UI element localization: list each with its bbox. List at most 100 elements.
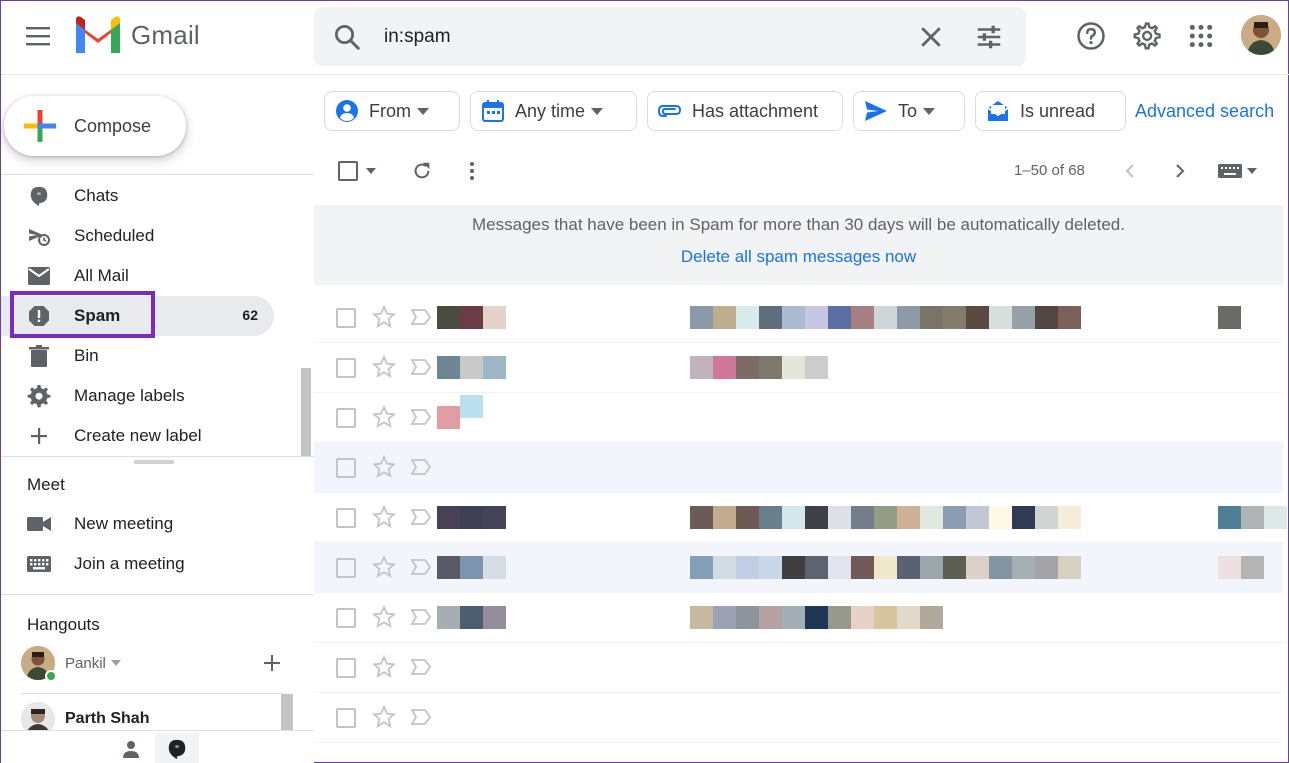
important-marker-icon[interactable] bbox=[410, 458, 432, 476]
important-marker-icon[interactable] bbox=[410, 608, 432, 626]
sidebar-divider bbox=[1, 174, 314, 175]
row-checkbox[interactable] bbox=[336, 608, 356, 628]
sidebar-item-all-mail[interactable]: All Mail bbox=[1, 256, 274, 296]
sidebar-item-chats[interactable]: " Chats bbox=[1, 176, 274, 216]
table-row[interactable] bbox=[314, 443, 1283, 493]
pixelated-block bbox=[437, 606, 460, 629]
chevron-right-icon bbox=[1176, 164, 1185, 178]
star-icon[interactable] bbox=[372, 355, 396, 379]
table-row[interactable] bbox=[314, 493, 1287, 543]
input-tools-button[interactable] bbox=[1212, 153, 1262, 189]
important-marker-icon[interactable] bbox=[410, 408, 432, 426]
search-icon[interactable] bbox=[332, 22, 362, 52]
row-checkbox[interactable] bbox=[336, 658, 356, 678]
pixelated-block bbox=[805, 356, 828, 379]
sidebar-item-manage-labels[interactable]: Manage labels bbox=[1, 376, 274, 416]
previous-page-button[interactable] bbox=[1112, 153, 1148, 189]
row-checkbox[interactable] bbox=[336, 308, 356, 328]
important-marker-icon[interactable] bbox=[410, 358, 432, 376]
table-row[interactable] bbox=[314, 593, 1283, 643]
meet-new-meeting[interactable]: New meeting bbox=[1, 504, 274, 544]
pixelated-block bbox=[759, 506, 782, 529]
table-row[interactable] bbox=[314, 343, 1283, 393]
compose-label: Compose bbox=[74, 115, 152, 136]
mail-icon bbox=[27, 264, 51, 288]
sidebar-item-spam[interactable]: Spam 62 bbox=[1, 296, 274, 336]
tune-icon[interactable] bbox=[974, 22, 1004, 52]
hangouts-tab-button[interactable]: " bbox=[155, 733, 199, 763]
star-icon[interactable] bbox=[372, 505, 396, 529]
settings-button[interactable] bbox=[1126, 16, 1166, 56]
star-icon[interactable] bbox=[372, 555, 396, 579]
important-marker-icon[interactable] bbox=[410, 658, 432, 676]
hangouts-user-status[interactable]: Pankil bbox=[21, 646, 121, 682]
close-icon[interactable] bbox=[916, 22, 946, 52]
obscured-message-content bbox=[437, 293, 1283, 343]
next-page-button[interactable] bbox=[1162, 153, 1198, 189]
row-checkbox[interactable] bbox=[336, 458, 356, 478]
obscured-message-content bbox=[437, 543, 1283, 593]
pixelated-block bbox=[828, 556, 851, 579]
main-menu-button[interactable] bbox=[17, 14, 61, 58]
row-checkbox[interactable] bbox=[336, 358, 356, 378]
filter-chip-is-unread[interactable]: Is unread bbox=[975, 91, 1126, 131]
more-vert-icon bbox=[470, 162, 474, 180]
resize-handle[interactable] bbox=[134, 460, 174, 464]
star-icon[interactable] bbox=[372, 455, 396, 479]
svg-text:": " bbox=[37, 190, 41, 200]
account-avatar[interactable] bbox=[1241, 15, 1281, 55]
apps-button[interactable] bbox=[1181, 16, 1221, 56]
table-row[interactable] bbox=[314, 543, 1283, 593]
table-row[interactable] bbox=[314, 643, 1283, 693]
sidebar-item-create-label[interactable]: Create new label bbox=[1, 416, 274, 456]
filter-chip-from[interactable]: From bbox=[324, 91, 460, 131]
delete-all-spam-link[interactable]: Delete all spam messages now bbox=[314, 247, 1283, 267]
pixelated-block bbox=[851, 606, 874, 629]
advanced-search-link[interactable]: Advanced search bbox=[1135, 101, 1274, 122]
pixelated-block bbox=[736, 356, 759, 379]
star-icon[interactable] bbox=[372, 405, 396, 429]
avatar bbox=[21, 646, 57, 682]
filter-chip-has-attachment[interactable]: Has attachment bbox=[647, 91, 843, 131]
refresh-button[interactable] bbox=[404, 153, 440, 189]
table-row[interactable] bbox=[314, 293, 1283, 343]
important-marker-icon[interactable] bbox=[410, 508, 432, 526]
row-checkbox[interactable] bbox=[336, 508, 356, 528]
chip-label: From bbox=[369, 100, 411, 121]
row-checkbox[interactable] bbox=[336, 558, 356, 578]
table-row[interactable] bbox=[314, 693, 1283, 743]
filter-chip-to[interactable]: To bbox=[853, 91, 965, 131]
pixelated-block bbox=[966, 306, 989, 329]
hangouts-scrollbar[interactable] bbox=[281, 694, 293, 730]
star-icon[interactable] bbox=[372, 705, 396, 729]
new-conversation-button[interactable] bbox=[263, 654, 281, 672]
row-checkbox[interactable] bbox=[336, 408, 356, 428]
important-marker-icon[interactable] bbox=[410, 308, 432, 326]
meet-join-meeting[interactable]: Join a meeting bbox=[1, 544, 274, 584]
pixelated-block bbox=[851, 506, 874, 529]
star-icon[interactable] bbox=[372, 655, 396, 679]
star-icon[interactable] bbox=[372, 605, 396, 629]
table-row[interactable] bbox=[314, 393, 1283, 443]
sidebar-item-scheduled[interactable]: Scheduled bbox=[1, 216, 274, 256]
contacts-tab-button[interactable] bbox=[109, 733, 153, 763]
chevron-down-icon bbox=[417, 107, 429, 115]
sidebar-item-bin[interactable]: Bin bbox=[1, 336, 274, 376]
sidebar-scrollbar[interactable] bbox=[301, 368, 311, 456]
gmail-logo[interactable]: Gmail bbox=[73, 15, 200, 55]
pixelated-block bbox=[805, 556, 828, 579]
compose-button[interactable]: Compose bbox=[4, 96, 186, 156]
row-checkbox[interactable] bbox=[336, 708, 356, 728]
star-icon[interactable] bbox=[372, 305, 396, 329]
help-button[interactable] bbox=[1071, 16, 1111, 56]
obscured-message-content bbox=[437, 593, 1283, 643]
select-all-checkbox[interactable] bbox=[334, 153, 380, 189]
chip-label: Is unread bbox=[1020, 100, 1096, 121]
important-marker-icon[interactable] bbox=[410, 558, 432, 576]
important-marker-icon[interactable] bbox=[410, 708, 432, 726]
more-options-button[interactable] bbox=[454, 153, 490, 189]
apps-icon bbox=[1189, 24, 1213, 48]
search-input[interactable] bbox=[384, 19, 904, 55]
meet-item-label: New meeting bbox=[74, 514, 174, 533]
filter-chip-any-time[interactable]: Any time bbox=[470, 91, 637, 131]
